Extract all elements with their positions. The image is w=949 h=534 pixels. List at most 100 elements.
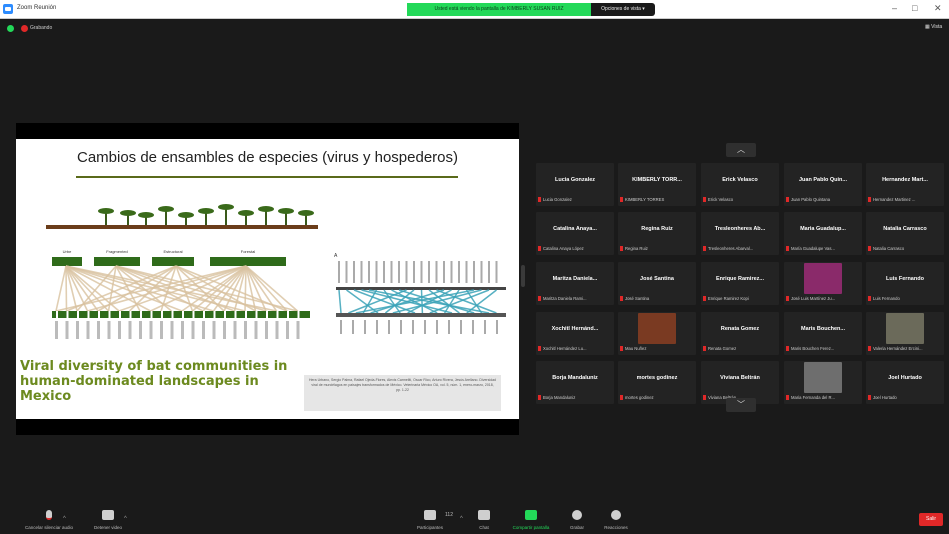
participant-footer: Catalina Anaya López xyxy=(538,246,614,252)
view-button[interactable]: ▦ Vista xyxy=(925,24,942,30)
participant-name: Juan Pablo Quin... xyxy=(799,177,847,183)
participant-name: Maritza Daniela... xyxy=(552,276,598,282)
virus-label xyxy=(413,261,415,283)
mic-options-chevron-icon[interactable]: ^ xyxy=(63,516,66,522)
participant-footer: María Guadalupe Vas... xyxy=(786,246,862,252)
virus-label xyxy=(443,261,445,283)
muted-mic-icon xyxy=(868,346,871,352)
habitat-bar xyxy=(94,257,140,266)
virus-label xyxy=(495,261,498,283)
participant-footer: José Luis Martínez Ju... xyxy=(786,296,862,302)
bat-host-label xyxy=(484,320,486,334)
participant-tile[interactable]: Renata Gomez Renata Gomez xyxy=(701,312,779,355)
security-shield-icon[interactable] xyxy=(7,25,14,32)
reactions-button[interactable]: Reacciones xyxy=(598,508,634,530)
participant-footer: Hernandez Martinez ... xyxy=(868,197,944,203)
video-options-chevron-icon[interactable]: ^ xyxy=(124,516,127,522)
participant-footer-name: José Santina xyxy=(625,296,650,301)
virus-label xyxy=(353,261,355,283)
virus-label xyxy=(405,261,408,283)
participant-tile[interactable]: Erick Velasco Erick Velasco xyxy=(701,163,779,206)
habitat-bar xyxy=(52,257,82,266)
habitat-bar xyxy=(152,257,194,266)
zoom-app-icon xyxy=(3,4,13,14)
participant-tile[interactable]: Hernandez Mart... Hernandez Martinez ... xyxy=(866,163,944,206)
participant-tile[interactable]: Juan Pablo Quin... Juan Pablo Quintana xyxy=(784,163,862,206)
gallery-prev-page-button[interactable]: ︿ xyxy=(726,143,756,157)
host-label xyxy=(275,321,279,339)
panel-resize-handle[interactable] xyxy=(521,265,525,287)
maximize-icon[interactable]: □ xyxy=(912,3,917,13)
leave-meeting-button[interactable]: Salir xyxy=(919,513,943,526)
participant-tile[interactable]: Maritza Daniela... Maritza Daniela Rami..… xyxy=(536,262,614,305)
host-tick xyxy=(203,311,205,318)
participant-tile[interactable]: Valeria Hernández Ercini... xyxy=(866,312,944,355)
tree-canopy xyxy=(120,210,136,216)
chat-button[interactable]: Chat xyxy=(472,508,496,530)
view-label: Vista xyxy=(931,24,943,30)
participant-tile[interactable]: Lucia Gonzalez Lucia Gonzalez xyxy=(536,163,614,206)
bat-host-label xyxy=(460,320,462,334)
participant-footer: Maritza Daniela Rami... xyxy=(538,296,614,302)
participant-gallery: Lucia Gonzalez Lucia Gonzalez KIMBERLY TOR… xyxy=(536,163,944,407)
participant-footer-name: María Guadalupe Vas... xyxy=(791,246,835,251)
mute-button[interactable]: Cancelar silenciar audio xyxy=(14,508,84,530)
participant-footer-name: Erick Velasco xyxy=(708,197,734,202)
participant-tile[interactable]: Natalia Carrasco Natalia Carrasco xyxy=(866,212,944,255)
muted-mic-icon xyxy=(538,246,541,252)
host-label xyxy=(233,321,237,339)
host-label xyxy=(191,321,195,339)
participant-footer-name: Natalia Carrasco xyxy=(873,246,905,251)
recording-label: Grabando xyxy=(30,25,53,31)
muted-mic-icon xyxy=(786,346,789,352)
minimize-icon[interactable]: – xyxy=(892,3,897,13)
host-tick xyxy=(287,311,289,318)
participant-tile[interactable]: Mau Nuñez xyxy=(618,312,696,355)
virus-label xyxy=(398,261,400,283)
participant-tile[interactable]: José Luis Martínez Ju... xyxy=(784,262,862,305)
habitat-label: Estructural xyxy=(163,249,182,254)
habitat-label: Forestal xyxy=(241,249,256,254)
host-tick xyxy=(77,311,79,318)
participant-tile[interactable]: José Santina José Santina xyxy=(618,262,696,305)
participants-button[interactable]: Participantes xyxy=(410,508,450,530)
participants-icon xyxy=(424,510,436,520)
participant-name: Tresleonheres Ab... xyxy=(714,226,766,232)
participant-footer: mortes godinez xyxy=(620,395,696,401)
muted-mic-icon xyxy=(620,296,623,302)
tree-canopy xyxy=(298,210,314,216)
record-button[interactable]: Grabar xyxy=(565,508,589,530)
participant-tile[interactable]: Tresleonheres Ab... Tresleonheres Abarval… xyxy=(701,212,779,255)
host-tick xyxy=(171,311,174,318)
muted-mic-icon xyxy=(786,296,789,302)
participant-tile[interactable]: Enrique Ramirez... Enrique Ramirez Kopi xyxy=(701,262,779,305)
muted-mic-icon xyxy=(786,246,789,252)
participants-options-chevron-icon[interactable]: ^ xyxy=(460,516,463,522)
participant-tile[interactable]: Maria Fernanda del R... xyxy=(784,361,862,404)
participant-tile[interactable]: Borja Mandaluniz Borja Mandaluniz xyxy=(536,361,614,404)
host-tick xyxy=(129,311,132,318)
participant-tile[interactable]: Joel Hurtado Joel Hurtado xyxy=(866,361,944,404)
video-button[interactable]: Detener video xyxy=(88,508,128,530)
virus-host-link xyxy=(420,289,424,314)
participant-tile[interactable]: Catalina Anaya... Catalina Anaya López xyxy=(536,212,614,255)
participant-tile[interactable]: Luis Fernando Luis Fernando xyxy=(866,262,944,305)
close-icon[interactable]: ✕ xyxy=(934,3,942,14)
muted-mic-icon xyxy=(620,346,623,352)
tree-canopy xyxy=(198,208,214,214)
virus-label xyxy=(345,261,348,283)
participant-footer: Natalia Carrasco xyxy=(868,246,944,252)
bat-host-label xyxy=(388,320,390,334)
participant-tile[interactable]: Regina Ruiz Regina Ruiz xyxy=(618,212,696,255)
gallery-next-page-button[interactable]: ﹀ xyxy=(726,398,756,412)
share-screen-button[interactable]: Compartir pantalla xyxy=(505,508,557,530)
participant-footer-name: Luis Fernando xyxy=(873,296,900,301)
participant-tile[interactable]: mortes godinez mortes godinez xyxy=(618,361,696,404)
participant-tile[interactable]: Maris Bouchen... Maris Bouchen Ferez... xyxy=(784,312,862,355)
view-options-button[interactable]: Opciones de vista ▾ xyxy=(591,3,655,16)
muted-mic-icon xyxy=(538,197,541,203)
participant-tile[interactable]: KIMBERLY TORR... KIMBERLY TORRES xyxy=(618,163,696,206)
participant-tile[interactable]: Maria Guadalup... María Guadalupe Vas... xyxy=(784,212,862,255)
participant-footer: José Santina xyxy=(620,296,696,302)
participant-tile[interactable]: Xochitl Hernánd... Xochitl Hernández Lu..… xyxy=(536,312,614,355)
